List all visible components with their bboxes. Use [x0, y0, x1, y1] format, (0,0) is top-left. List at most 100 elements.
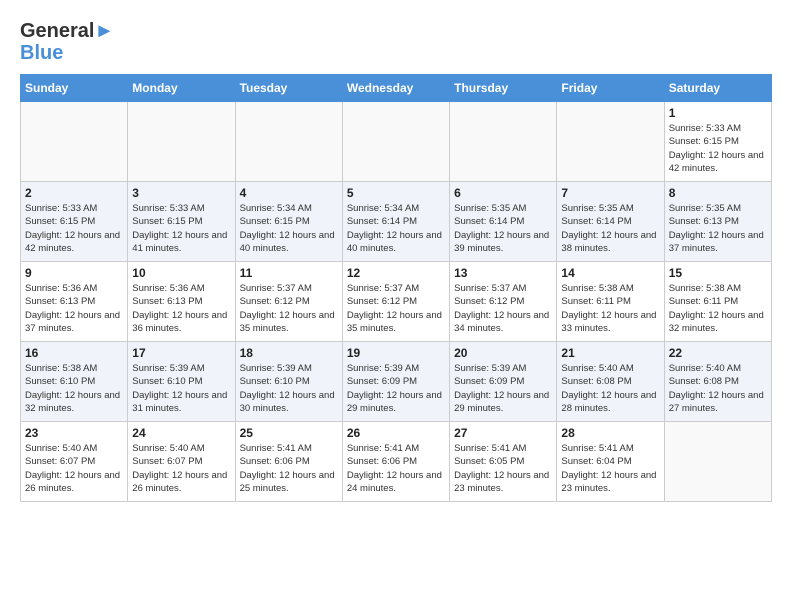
calendar-cell: 21 Sunrise: 5:40 AMSunset: 6:08 PMDayligh…: [557, 342, 664, 422]
calendar-cell: 15 Sunrise: 5:38 AMSunset: 6:11 PMDayligh…: [664, 262, 771, 342]
day-info: Sunrise: 5:34 AMSunset: 6:15 PMDaylight:…: [240, 202, 338, 255]
day-info: Sunrise: 5:33 AMSunset: 6:15 PMDaylight:…: [25, 202, 123, 255]
calendar-cell: 26 Sunrise: 5:41 AMSunset: 6:06 PMDayligh…: [342, 422, 449, 502]
day-number: 7: [561, 186, 659, 200]
day-number: 17: [132, 346, 230, 360]
day-info: Sunrise: 5:35 AMSunset: 6:14 PMDaylight:…: [454, 202, 552, 255]
page-header: General► Blue: [20, 20, 772, 64]
day-number: 4: [240, 186, 338, 200]
day-info: Sunrise: 5:39 AMSunset: 6:10 PMDaylight:…: [240, 362, 338, 415]
day-info: Sunrise: 5:37 AMSunset: 6:12 PMDaylight:…: [454, 282, 552, 335]
day-info: Sunrise: 5:33 AMSunset: 6:15 PMDaylight:…: [132, 202, 230, 255]
calendar-cell: 11 Sunrise: 5:37 AMSunset: 6:12 PMDayligh…: [235, 262, 342, 342]
calendar-cell: 22 Sunrise: 5:40 AMSunset: 6:08 PMDayligh…: [664, 342, 771, 422]
calendar-cell: [450, 102, 557, 182]
day-number: 10: [132, 266, 230, 280]
week-row-1: 1Sunrise: 5:33 AMSunset: 6:15 PMDaylight…: [21, 102, 772, 182]
calendar-cell: 19 Sunrise: 5:39 AMSunset: 6:09 PMDayligh…: [342, 342, 449, 422]
calendar-cell: 2 Sunrise: 5:33 AMSunset: 6:15 PMDaylight…: [21, 182, 128, 262]
week-row-2: 2 Sunrise: 5:33 AMSunset: 6:15 PMDaylight…: [21, 182, 772, 262]
week-row-3: 9 Sunrise: 5:36 AMSunset: 6:13 PMDaylight…: [21, 262, 772, 342]
day-number: 1: [669, 106, 767, 120]
calendar-cell: 20 Sunrise: 5:39 AMSunset: 6:09 PMDayligh…: [450, 342, 557, 422]
day-info: Sunrise: 5:39 AMSunset: 6:09 PMDaylight:…: [347, 362, 445, 415]
day-number: 21: [561, 346, 659, 360]
day-number: 19: [347, 346, 445, 360]
day-number: 15: [669, 266, 767, 280]
calendar-cell: 16 Sunrise: 5:38 AMSunset: 6:10 PMDayligh…: [21, 342, 128, 422]
day-info: Sunrise: 5:39 AMSunset: 6:10 PMDaylight:…: [132, 362, 230, 415]
day-number: 26: [347, 426, 445, 440]
day-header-wednesday: Wednesday: [342, 75, 449, 102]
day-info: Sunrise: 5:37 AMSunset: 6:12 PMDaylight:…: [347, 282, 445, 335]
calendar-cell: [342, 102, 449, 182]
calendar-cell: 6 Sunrise: 5:35 AMSunset: 6:14 PMDaylight…: [450, 182, 557, 262]
day-number: 5: [347, 186, 445, 200]
day-number: 22: [669, 346, 767, 360]
day-info: Sunrise: 5:40 AMSunset: 6:08 PMDaylight:…: [561, 362, 659, 415]
calendar-cell: [21, 102, 128, 182]
calendar-cell: 28 Sunrise: 5:41 AMSunset: 6:04 PMDayligh…: [557, 422, 664, 502]
calendar-cell: 24 Sunrise: 5:40 AMSunset: 6:07 PMDayligh…: [128, 422, 235, 502]
day-info: Sunrise: 5:40 AMSunset: 6:07 PMDaylight:…: [132, 442, 230, 495]
day-number: 20: [454, 346, 552, 360]
day-number: 9: [25, 266, 123, 280]
calendar-cell: 7 Sunrise: 5:35 AMSunset: 6:14 PMDaylight…: [557, 182, 664, 262]
day-number: 6: [454, 186, 552, 200]
day-header-tuesday: Tuesday: [235, 75, 342, 102]
day-number: 28: [561, 426, 659, 440]
day-info: Sunrise: 5:35 AMSunset: 6:14 PMDaylight:…: [561, 202, 659, 255]
day-number: 27: [454, 426, 552, 440]
calendar-cell: 25 Sunrise: 5:41 AMSunset: 6:06 PMDayligh…: [235, 422, 342, 502]
calendar-cell: 10 Sunrise: 5:36 AMSunset: 6:13 PMDayligh…: [128, 262, 235, 342]
day-number: 14: [561, 266, 659, 280]
calendar-cell: 14 Sunrise: 5:38 AMSunset: 6:11 PMDayligh…: [557, 262, 664, 342]
calendar-cell: 1Sunrise: 5:33 AMSunset: 6:15 PMDaylight…: [664, 102, 771, 182]
day-number: 2: [25, 186, 123, 200]
day-info: Sunrise: 5:39 AMSunset: 6:09 PMDaylight:…: [454, 362, 552, 415]
calendar: SundayMondayTuesdayWednesdayThursdayFrid…: [20, 74, 772, 502]
calendar-cell: [664, 422, 771, 502]
day-header-sunday: Sunday: [21, 75, 128, 102]
day-number: 25: [240, 426, 338, 440]
day-number: 12: [347, 266, 445, 280]
calendar-cell: [235, 102, 342, 182]
calendar-cell: 8 Sunrise: 5:35 AMSunset: 6:13 PMDaylight…: [664, 182, 771, 262]
day-info: Sunrise: 5:41 AMSunset: 6:05 PMDaylight:…: [454, 442, 552, 495]
day-info: Sunrise: 5:41 AMSunset: 6:06 PMDaylight:…: [240, 442, 338, 495]
day-header-saturday: Saturday: [664, 75, 771, 102]
day-info: Sunrise: 5:41 AMSunset: 6:04 PMDaylight:…: [561, 442, 659, 495]
day-info: Sunrise: 5:36 AMSunset: 6:13 PMDaylight:…: [132, 282, 230, 335]
day-info: Sunrise: 5:37 AMSunset: 6:12 PMDaylight:…: [240, 282, 338, 335]
day-number: 11: [240, 266, 338, 280]
calendar-cell: 5 Sunrise: 5:34 AMSunset: 6:14 PMDaylight…: [342, 182, 449, 262]
week-row-5: 23 Sunrise: 5:40 AMSunset: 6:07 PMDayligh…: [21, 422, 772, 502]
day-info: Sunrise: 5:40 AMSunset: 6:08 PMDaylight:…: [669, 362, 767, 415]
day-info: Sunrise: 5:41 AMSunset: 6:06 PMDaylight:…: [347, 442, 445, 495]
day-number: 23: [25, 426, 123, 440]
day-number: 16: [25, 346, 123, 360]
calendar-cell: 27 Sunrise: 5:41 AMSunset: 6:05 PMDayligh…: [450, 422, 557, 502]
day-info: Sunrise: 5:38 AMSunset: 6:11 PMDaylight:…: [669, 282, 767, 335]
week-row-4: 16 Sunrise: 5:38 AMSunset: 6:10 PMDayligh…: [21, 342, 772, 422]
day-info: Sunrise: 5:36 AMSunset: 6:13 PMDaylight:…: [25, 282, 123, 335]
day-number: 18: [240, 346, 338, 360]
day-info: Sunrise: 5:38 AMSunset: 6:10 PMDaylight:…: [25, 362, 123, 415]
day-info: Sunrise: 5:38 AMSunset: 6:11 PMDaylight:…: [561, 282, 659, 335]
calendar-cell: 12 Sunrise: 5:37 AMSunset: 6:12 PMDayligh…: [342, 262, 449, 342]
calendar-cell: [128, 102, 235, 182]
calendar-cell: 18 Sunrise: 5:39 AMSunset: 6:10 PMDayligh…: [235, 342, 342, 422]
day-number: 3: [132, 186, 230, 200]
day-number: 24: [132, 426, 230, 440]
day-header-thursday: Thursday: [450, 75, 557, 102]
day-info: Sunrise: 5:35 AMSunset: 6:13 PMDaylight:…: [669, 202, 767, 255]
day-info: Sunrise: 5:40 AMSunset: 6:07 PMDaylight:…: [25, 442, 123, 495]
day-number: 8: [669, 186, 767, 200]
calendar-cell: 3 Sunrise: 5:33 AMSunset: 6:15 PMDaylight…: [128, 182, 235, 262]
logo: General► Blue: [20, 20, 114, 64]
day-info: Sunrise: 5:34 AMSunset: 6:14 PMDaylight:…: [347, 202, 445, 255]
day-number: 13: [454, 266, 552, 280]
day-header-monday: Monday: [128, 75, 235, 102]
calendar-cell: 17 Sunrise: 5:39 AMSunset: 6:10 PMDayligh…: [128, 342, 235, 422]
header-row: SundayMondayTuesdayWednesdayThursdayFrid…: [21, 75, 772, 102]
